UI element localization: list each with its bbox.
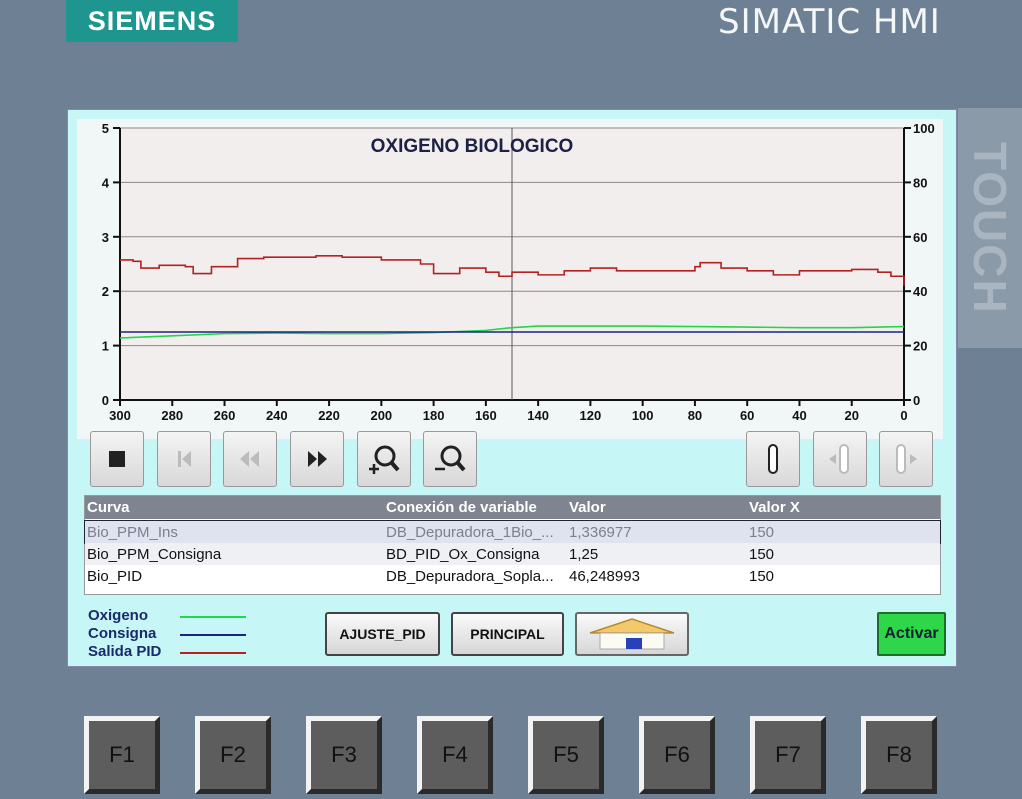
ruler-icon bbox=[768, 444, 778, 474]
x-tick-label: 60 bbox=[740, 408, 754, 423]
cell-conexion: DB_Depuradora_Sopla... bbox=[386, 568, 554, 585]
zoom-in-button[interactable] bbox=[357, 431, 411, 487]
x-tick-label: 180 bbox=[423, 408, 445, 423]
stop-button[interactable] bbox=[90, 431, 144, 487]
x-tick-label: 140 bbox=[527, 408, 549, 423]
brand-text: SIEMENS bbox=[87, 5, 217, 36]
y-left-tick-label: 1 bbox=[102, 339, 109, 354]
y-left-tick-label: 2 bbox=[102, 284, 109, 299]
principal-button[interactable]: PRINCIPAL bbox=[451, 612, 564, 656]
zoom-in-icon bbox=[369, 445, 400, 474]
ruler-left-button[interactable] bbox=[813, 431, 867, 487]
cell-curva: Bio_PPM_Consigna bbox=[87, 546, 222, 563]
table-row[interactable]: Bio_PPM_Ins DB_Depuradora_1Bio_... 1,336… bbox=[84, 520, 941, 544]
ruler-right-icon bbox=[896, 444, 917, 474]
table-row[interactable]: Bio_PPM_Consigna BD_PID_Ox_Consigna 1,25… bbox=[85, 543, 940, 565]
y-left-tick-label: 0 bbox=[102, 393, 109, 408]
cell-curva: Bio_PID bbox=[87, 568, 143, 585]
header-valor-x: Valor X bbox=[749, 499, 800, 516]
header-conexion: Conexión de variable bbox=[386, 499, 537, 516]
x-tick-label: 120 bbox=[580, 408, 602, 423]
y-right-tick-label: 40 bbox=[913, 284, 927, 299]
chart-title: OXIGENO BIOLOGICO bbox=[371, 136, 574, 157]
f7-key[interactable]: F7 bbox=[750, 716, 826, 794]
x-tick-label: 280 bbox=[161, 408, 183, 423]
zoom-out-icon bbox=[435, 445, 466, 472]
x-tick-label: 160 bbox=[475, 408, 497, 423]
rewind-button[interactable] bbox=[223, 431, 277, 487]
cell-valor: 46,248993 bbox=[569, 568, 640, 585]
touch-label: TOUCH bbox=[958, 108, 1022, 348]
table-row[interactable]: Bio_PID DB_Depuradora_Sopla... 46,248993… bbox=[85, 565, 940, 587]
trend-chart: 543210100806040200300 280 260 240 220 200 180 1… bbox=[102, 121, 935, 423]
legend-oxigeno-label: Oxigeno bbox=[88, 607, 149, 624]
y-right-tick-label: 100 bbox=[913, 121, 935, 136]
x-tick-label: 40 bbox=[792, 408, 806, 423]
x-tick-label: 0 bbox=[900, 408, 907, 423]
x-tick-label: 100 bbox=[632, 408, 654, 423]
ajuste-pid-button[interactable]: AJUSTE_PID bbox=[325, 612, 440, 656]
rewind-icon bbox=[240, 451, 259, 467]
f4-key[interactable]: F4 bbox=[417, 716, 493, 794]
first-button[interactable] bbox=[157, 431, 211, 487]
f2-key[interactable]: F2 bbox=[195, 716, 271, 794]
cell-valor-x: 150 bbox=[749, 568, 775, 585]
header-curva: Curva bbox=[87, 499, 130, 516]
f6-key[interactable]: F6 bbox=[639, 716, 715, 794]
stop-icon bbox=[109, 451, 125, 467]
ruler-button[interactable] bbox=[746, 431, 800, 487]
table-header: Curva Conexión de variable Valor Valor X bbox=[85, 496, 940, 519]
cell-valor: 1,336977 bbox=[569, 524, 632, 541]
ruler-left-icon bbox=[829, 444, 849, 474]
x-tick-label: 300 bbox=[109, 408, 131, 423]
f5-key[interactable]: F5 bbox=[528, 716, 604, 794]
legend-consigna-label: Consigna bbox=[88, 625, 157, 642]
ruler-right-button[interactable] bbox=[879, 431, 933, 487]
y-right-tick-label: 60 bbox=[913, 230, 927, 245]
fast-forward-icon bbox=[308, 451, 327, 467]
y-right-tick-label: 0 bbox=[913, 393, 920, 408]
panel-title: SIMATIC HMI bbox=[718, 2, 941, 42]
x-tick-label: 240 bbox=[266, 408, 288, 423]
zoom-out-button[interactable] bbox=[423, 431, 477, 487]
activar-button[interactable]: Activar bbox=[877, 612, 946, 656]
y-left-tick-label: 3 bbox=[102, 230, 109, 245]
cell-valor-x: 150 bbox=[749, 546, 775, 563]
trend-view: 5 4 3 2 1 0 100 80 60 40 20 0 300 280 260 240 220 200 180 1… bbox=[77, 119, 943, 439]
y-right-tick-label: 80 bbox=[913, 175, 927, 190]
legend-salida-label: Salida PID bbox=[88, 643, 162, 660]
legend-salida-line bbox=[180, 652, 246, 654]
f3-key[interactable]: F3 bbox=[306, 716, 382, 794]
skip-back-icon bbox=[178, 451, 191, 467]
cell-curva: Bio_PPM_Ins bbox=[87, 524, 178, 541]
legend-oxigeno-line bbox=[180, 616, 246, 618]
f8-key[interactable]: F8 bbox=[861, 716, 937, 794]
siemens-logo: SIEMENS bbox=[66, 0, 238, 42]
header-valor: Valor bbox=[569, 499, 606, 516]
cell-valor: 1,25 bbox=[569, 546, 599, 563]
cell-conexion: DB_Depuradora_1Bio_... bbox=[386, 524, 554, 541]
home-button[interactable] bbox=[575, 612, 689, 656]
x-tick-label: 80 bbox=[688, 408, 702, 423]
legend-consigna-line bbox=[180, 634, 246, 636]
cell-conexion: BD_PID_Ox_Consigna bbox=[386, 546, 540, 563]
x-tick-label: 220 bbox=[318, 408, 340, 423]
home-icon bbox=[589, 618, 675, 650]
trend-value-table: Curva Conexión de variable Valor Valor X… bbox=[84, 495, 941, 595]
cell-valor-x: 150 bbox=[749, 524, 775, 541]
y-left-tick-label: 5 bbox=[102, 121, 109, 136]
x-tick-label: 20 bbox=[844, 408, 858, 423]
y-left-tick-label: 4 bbox=[102, 175, 110, 190]
f1-key[interactable]: F1 bbox=[84, 716, 160, 794]
x-tick-label: 200 bbox=[370, 408, 392, 423]
forward-button[interactable] bbox=[290, 431, 344, 487]
y-right-tick-label: 20 bbox=[913, 339, 927, 354]
x-tick-label: 260 bbox=[214, 408, 236, 423]
